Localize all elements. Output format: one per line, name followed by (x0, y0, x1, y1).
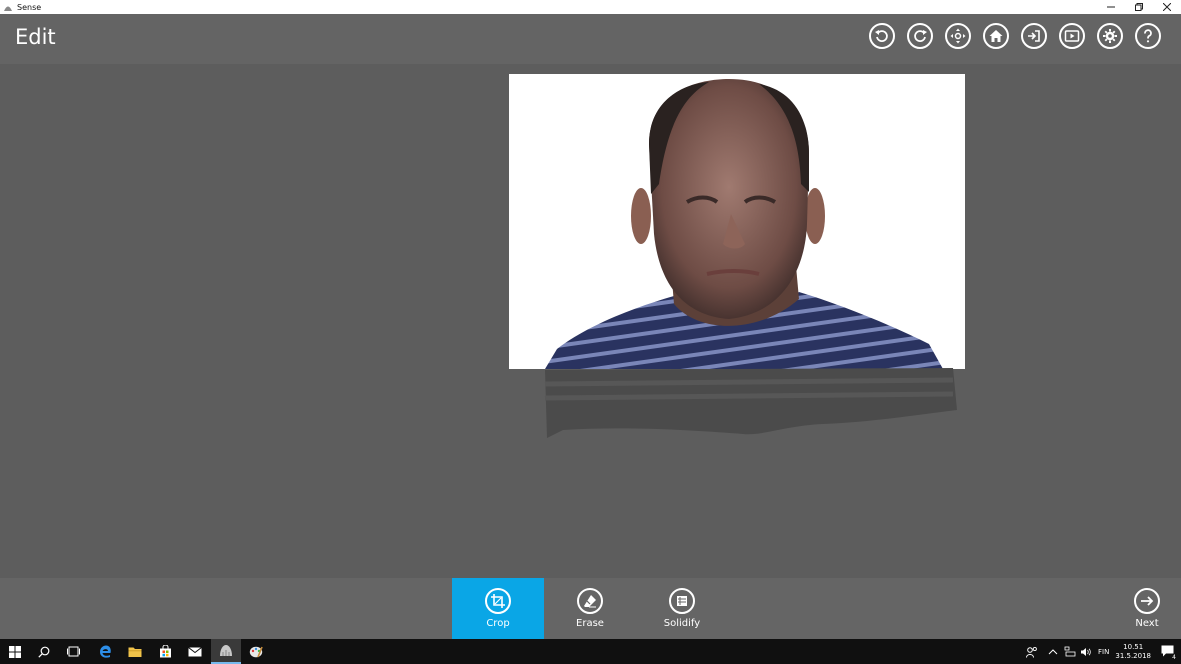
next-label: Next (1135, 618, 1159, 629)
notification-count-badge: 4 (1171, 653, 1177, 661)
export-button[interactable] (1021, 23, 1047, 49)
help-button[interactable] (1135, 23, 1161, 49)
folder-icon (128, 647, 142, 657)
taskbar-sense-button[interactable] (211, 639, 241, 664)
redo-button[interactable] (907, 23, 933, 49)
taskbar-mail-button[interactable] (180, 639, 210, 664)
people-icon[interactable] (1026, 646, 1038, 658)
volume-icon[interactable] (1080, 647, 1092, 657)
app-icon (4, 6, 12, 11)
help-icon (1144, 29, 1152, 43)
notifications-button[interactable]: 4 (1161, 645, 1177, 661)
close-button[interactable] (1153, 0, 1181, 14)
window-titlebar: Sense (0, 0, 1181, 14)
gear-icon (1103, 29, 1117, 43)
windows-start-icon (9, 645, 21, 658)
app-header: Edit (0, 14, 1181, 64)
scan-viewport[interactable] (509, 74, 965, 369)
top-toolbar (869, 23, 1161, 49)
move-icon (950, 28, 966, 44)
undo-icon (875, 30, 888, 42)
window-title: Sense (17, 2, 42, 12)
undo-button[interactable] (869, 23, 895, 49)
crop-icon (485, 588, 511, 614)
task-view-icon (66, 646, 80, 657)
scan-canvas[interactable] (0, 64, 1181, 578)
mail-icon (188, 646, 202, 656)
taskbar-search-button[interactable] (29, 639, 59, 664)
solidify-label: Solidify (663, 618, 701, 629)
restore-icon (1135, 3, 1143, 11)
system-tray: FIN 10.51 31.5.2018 4 (1026, 639, 1181, 664)
chevron-up-icon[interactable] (1048, 648, 1058, 656)
settings-button[interactable] (1097, 23, 1123, 49)
taskbar-edge-button[interactable] (90, 639, 120, 664)
keyboard-language[interactable]: FIN (1098, 648, 1109, 656)
redo-icon (914, 30, 927, 42)
solidify-icon (669, 588, 695, 614)
minimize-icon (1107, 6, 1115, 8)
crop-tool-button[interactable]: Crop (452, 578, 544, 639)
close-icon (1163, 3, 1171, 11)
clock-time: 10.51 (1123, 642, 1144, 651)
clock[interactable]: 10.51 31.5.2018 (1115, 643, 1151, 661)
crop-label: Crop (486, 618, 510, 629)
play-icon (1064, 30, 1080, 42)
taskbar-store-button[interactable] (150, 639, 180, 664)
erase-label: Erase (576, 618, 604, 629)
tool-bar: Crop Erase Solidify Next (0, 578, 1181, 639)
play-button[interactable] (1059, 23, 1085, 49)
task-view-button[interactable] (58, 639, 88, 664)
home-icon (989, 30, 1003, 42)
eraser-icon (577, 588, 603, 614)
erase-tool-button[interactable]: Erase (544, 578, 636, 639)
edge-browser-icon (99, 645, 111, 658)
store-bag-icon (159, 645, 171, 658)
start-button[interactable] (0, 639, 30, 664)
arrow-right-icon (1134, 588, 1160, 614)
minimize-button[interactable] (1097, 0, 1125, 14)
paint-icon (249, 646, 263, 658)
windows-taskbar: FIN 10.51 31.5.2018 4 (0, 639, 1181, 664)
page-title: Edit (15, 25, 56, 49)
scanned-bust-image (509, 74, 965, 369)
restore-button[interactable] (1125, 0, 1153, 14)
network-icon[interactable] (1064, 646, 1076, 657)
home-button[interactable] (983, 23, 1009, 49)
sense-app-icon (220, 645, 232, 656)
clock-date: 31.5.2018 (1115, 651, 1151, 660)
export-icon (1028, 30, 1040, 42)
mesh-base (544, 368, 957, 438)
taskbar-explorer-button[interactable] (120, 639, 150, 664)
taskbar-paint-button[interactable] (241, 639, 271, 664)
next-button[interactable]: Next (1101, 578, 1181, 639)
solidify-tool-button[interactable]: Solidify (636, 578, 728, 639)
search-icon (38, 646, 50, 658)
move-button[interactable] (945, 23, 971, 49)
